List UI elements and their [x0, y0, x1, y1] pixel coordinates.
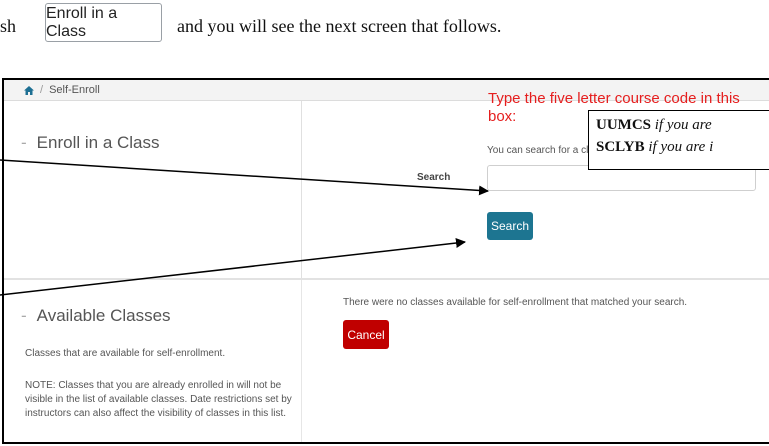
- column-divider: [301, 280, 302, 442]
- available-description: Classes that are available for self-enro…: [25, 348, 226, 359]
- collapse-dash: -: [21, 306, 27, 325]
- available-section-title: - Available Classes: [21, 306, 171, 326]
- enroll-title-text: Enroll in a Class: [36, 133, 160, 152]
- column-divider: [301, 101, 302, 278]
- course-code-sclyb: SCLYB: [596, 139, 645, 155]
- course-code-box: UUMCS if you are SCLYB if you are i: [588, 110, 769, 170]
- section-divider: [4, 278, 769, 280]
- search-button[interactable]: Search: [487, 212, 533, 240]
- course-code-line-2-text: if you are i: [644, 139, 714, 155]
- instruction-prefix: sh: [0, 16, 17, 36]
- course-code-uumcs: UUMCS: [596, 117, 651, 133]
- available-note: NOTE: Classes that you are already enrol…: [25, 380, 292, 419]
- breadcrumb-current: Self-Enroll: [49, 84, 100, 96]
- breadcrumb-separator: /: [40, 84, 44, 96]
- search-label: Search: [417, 172, 451, 183]
- cancel-button[interactable]: Cancel: [343, 320, 389, 349]
- course-code-line-1: UUMCS if you are: [596, 114, 769, 136]
- no-results-message: There were no classes available for self…: [343, 297, 688, 308]
- instruction-suffix: and you will see the next screen that fo…: [177, 16, 502, 36]
- enroll-section-title: - Enroll in a Class: [21, 133, 160, 153]
- collapse-dash: -: [21, 133, 27, 152]
- course-code-line-1-text: if you are: [651, 117, 712, 133]
- enroll-in-class-button[interactable]: Enroll in a Class: [45, 3, 162, 42]
- home-icon[interactable]: [24, 85, 34, 95]
- available-title-text: Available Classes: [36, 306, 171, 325]
- course-code-line-2: SCLYB if you are i: [596, 136, 769, 158]
